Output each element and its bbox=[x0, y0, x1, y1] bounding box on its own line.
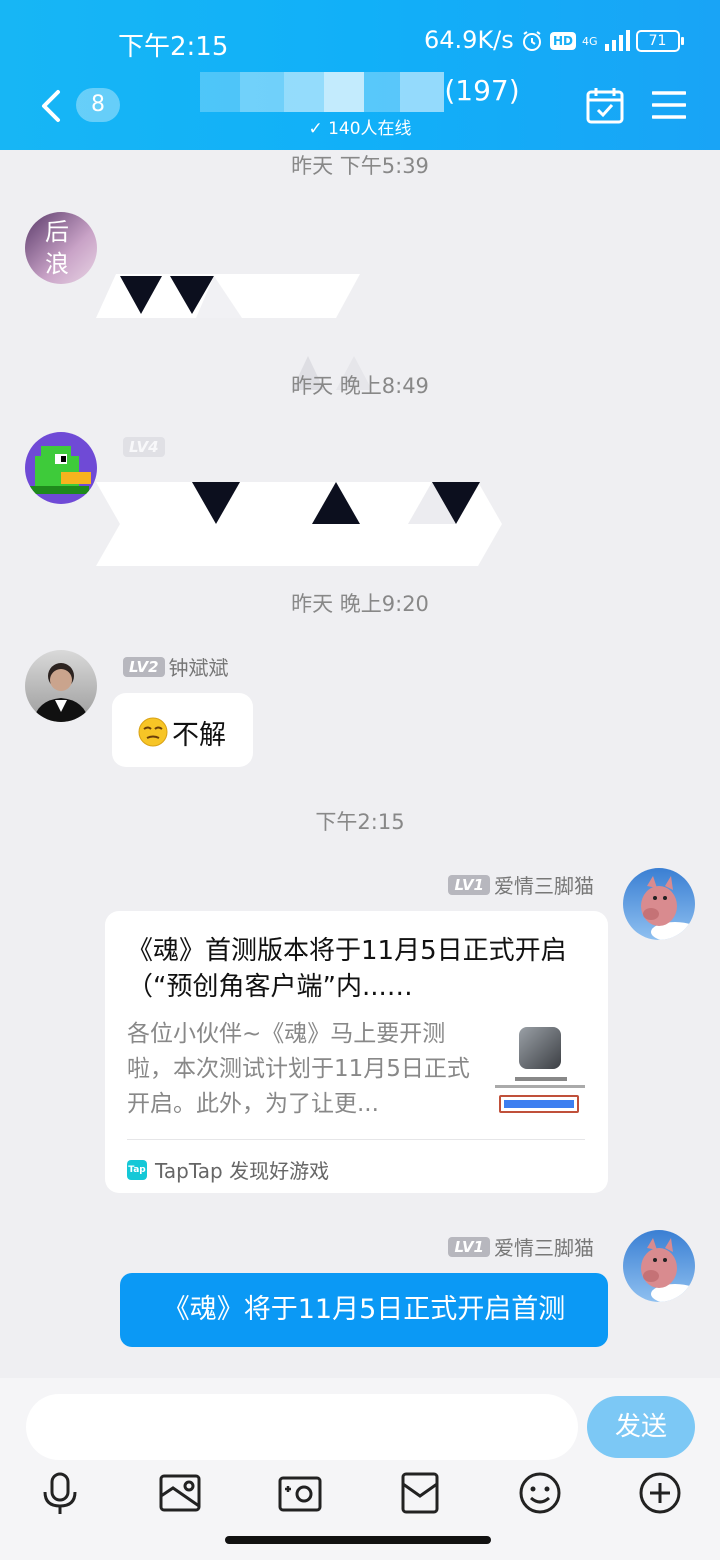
sender-info: LV4 bbox=[123, 433, 165, 457]
level-badge: LV4 bbox=[123, 436, 165, 457]
avatar-text: 后浪 bbox=[45, 218, 69, 278]
confused-emoji-icon bbox=[138, 717, 168, 747]
camera-icon[interactable] bbox=[277, 1470, 323, 1516]
avatar[interactable] bbox=[25, 650, 97, 722]
alarm-icon bbox=[523, 31, 541, 51]
avatar[interactable]: 后浪 bbox=[25, 212, 97, 284]
menu-icon[interactable] bbox=[652, 90, 686, 120]
taptap-logo-icon: Tap bbox=[127, 1159, 147, 1180]
home-indicator[interactable] bbox=[225, 1536, 491, 1544]
divider bbox=[127, 1139, 585, 1140]
card-title: 《魂》首测版本将于11月5日正式开启（“预创角客户端”内...… bbox=[127, 936, 567, 1002]
sender-name: 钟斌斌 bbox=[168, 656, 229, 680]
pig-avatar-icon bbox=[641, 876, 695, 940]
redacted-title-block bbox=[324, 72, 365, 112]
redacted-title-block bbox=[200, 72, 241, 112]
redacted-title-block bbox=[400, 72, 445, 112]
card-thumbnail bbox=[493, 1021, 585, 1115]
battery-icon: 71 bbox=[635, 30, 684, 52]
message-text: 不解 bbox=[172, 720, 226, 751]
card-source-text: TapTap 发现好游戏 bbox=[155, 1159, 330, 1183]
calendar-icon[interactable] bbox=[586, 86, 624, 124]
network-type: 4G bbox=[582, 34, 598, 48]
duck-avatar-icon bbox=[29, 446, 91, 494]
avatar[interactable] bbox=[623, 868, 695, 940]
status-icons: HD 4G 71 bbox=[520, 28, 684, 54]
redacted-message bbox=[96, 274, 360, 318]
message-input[interactable] bbox=[26, 1394, 578, 1460]
sender-info: LV1 爱情三脚猫 bbox=[448, 1232, 594, 1261]
sender-info: LV2 钟斌斌 bbox=[123, 652, 229, 681]
status-time: 下午2:15 bbox=[118, 32, 229, 62]
level-badge: LV1 bbox=[448, 874, 490, 895]
level-badge: LV1 bbox=[448, 1236, 490, 1257]
thumb-button bbox=[499, 1095, 579, 1113]
outgoing-message[interactable]: 《魂》将于11月5日正式开启首测 bbox=[120, 1273, 608, 1347]
avatar[interactable] bbox=[623, 1230, 695, 1302]
timestamp: 下午2:15 bbox=[315, 810, 405, 834]
thumb-text-line bbox=[515, 1077, 567, 1081]
online-count: 140人在线 bbox=[328, 119, 412, 139]
group-member-count: (197) bbox=[444, 74, 520, 107]
hd-badge: HD bbox=[550, 32, 577, 50]
link-card[interactable]: 《魂》首测版本将于11月5日正式开启（“预创角客户端”内...… 各位小伙伴~《… bbox=[105, 911, 608, 1193]
redacted-title-block bbox=[240, 72, 285, 112]
picture-icon[interactable] bbox=[157, 1470, 203, 1516]
message-bubble[interactable]: 不解 bbox=[112, 693, 253, 767]
sender-name: 爱情三脚猫 bbox=[494, 1236, 594, 1260]
group-title[interactable]: (197) bbox=[160, 72, 560, 112]
chat-header: 下午2:15 64.9K/s HD 4G 71 8 (197) ✓ 140人在线 bbox=[0, 0, 720, 150]
input-bar: 发送 bbox=[0, 1378, 720, 1560]
net-speed: 64.9K/s bbox=[424, 26, 514, 54]
plus-icon[interactable] bbox=[637, 1470, 683, 1516]
check-circle-icon: ✓ bbox=[308, 119, 329, 139]
pig-avatar-icon bbox=[641, 1238, 695, 1302]
signal-icon bbox=[604, 30, 630, 51]
microphone-icon[interactable] bbox=[37, 1470, 83, 1516]
game-logo-icon bbox=[519, 1027, 561, 1069]
timestamp: 昨天 晚上8:49 bbox=[291, 374, 429, 398]
thumb-text-line bbox=[495, 1085, 585, 1088]
card-description: 各位小伙伴~《魂》马上要开测啦，本次测试计划于11月5日正式开启。此外，为了让更… bbox=[127, 1021, 470, 1117]
send-button[interactable]: 发送 bbox=[587, 1396, 695, 1458]
emoji-icon[interactable] bbox=[517, 1470, 563, 1516]
redacted-title-block bbox=[364, 72, 401, 112]
sender-info: LV1 爱情三脚猫 bbox=[448, 870, 594, 899]
card-source: Tap TapTap 发现好游戏 bbox=[127, 1155, 329, 1184]
redacted-message bbox=[96, 482, 502, 566]
person-avatar-icon bbox=[33, 663, 89, 722]
timestamp: 昨天 下午5:39 bbox=[291, 154, 429, 178]
level-badge: LV2 bbox=[123, 656, 165, 677]
redacted-title-block bbox=[284, 72, 325, 112]
timestamp: 昨天 晚上9:20 bbox=[291, 592, 429, 616]
avatar[interactable] bbox=[25, 432, 97, 504]
red-packet-icon[interactable] bbox=[397, 1470, 443, 1516]
sender-name: 爱情三脚猫 bbox=[494, 874, 594, 898]
